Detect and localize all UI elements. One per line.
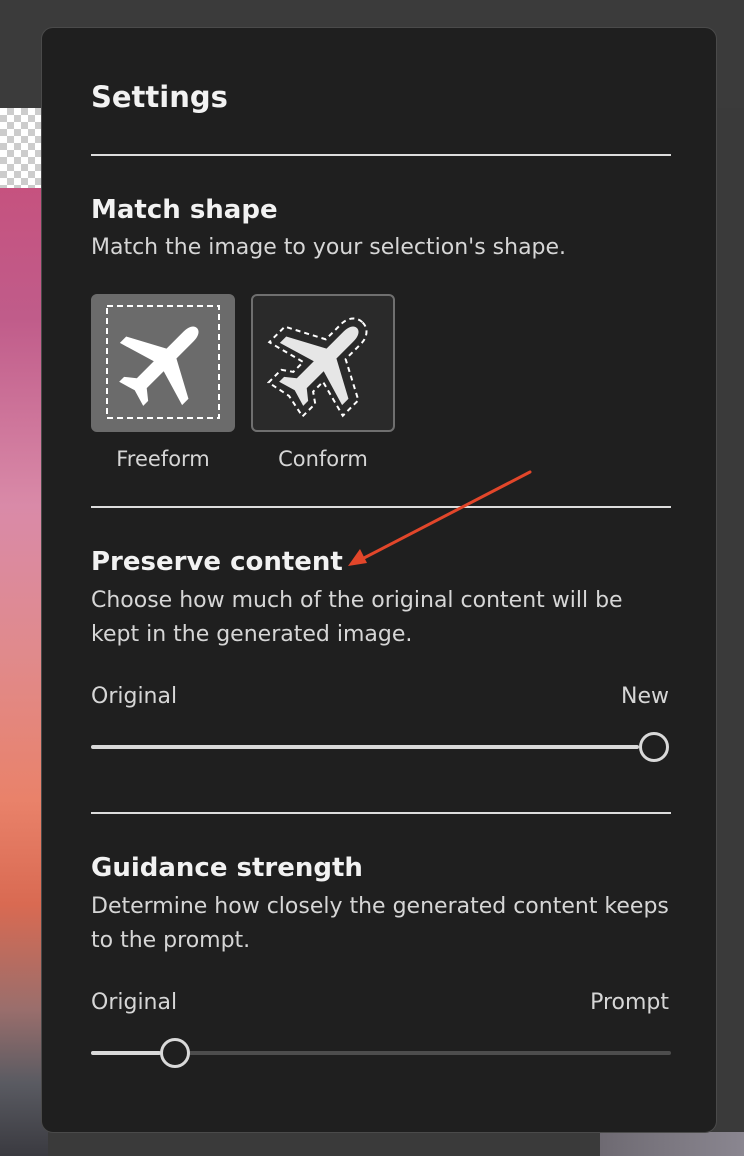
- airplane-icon: [266, 317, 368, 419]
- conform-option-button[interactable]: [251, 294, 395, 432]
- preserve-slider-knob[interactable]: [639, 732, 669, 762]
- match-shape-description: Match the image to your selection's shap…: [91, 235, 567, 260]
- transparency-checkerboard: [0, 108, 44, 188]
- freeform-option-button[interactable]: [91, 294, 235, 432]
- preserve-min-label: Original: [91, 684, 178, 709]
- preserve-content-description: Choose how much of the original content …: [91, 588, 623, 647]
- panel-title: Settings: [91, 80, 228, 114]
- preserve-max-label: New: [621, 684, 669, 709]
- annotation-arrow-icon: [348, 470, 532, 566]
- guidance-slider-knob[interactable]: [160, 1038, 190, 1068]
- guidance-strength-title: Guidance strength: [91, 853, 363, 883]
- divider: [91, 812, 671, 814]
- match-shape-title: Match shape: [91, 195, 278, 225]
- guidance-slider-fill[interactable]: [91, 1051, 161, 1055]
- divider: [91, 154, 671, 156]
- airplane-icon: [106, 305, 220, 419]
- preserve-content-title: Preserve content: [91, 547, 343, 577]
- guidance-min-label: Original: [91, 990, 178, 1015]
- guidance-max-label: Prompt: [590, 990, 669, 1015]
- background-canvas-image-edge: [600, 1132, 744, 1156]
- settings-panel: Settings Match shape Match the image to …: [41, 27, 717, 1133]
- guidance-strength-description: Determine how closely the generated cont…: [91, 894, 669, 953]
- freeform-label: Freeform: [116, 447, 210, 471]
- preserve-slider-fill[interactable]: [91, 745, 639, 749]
